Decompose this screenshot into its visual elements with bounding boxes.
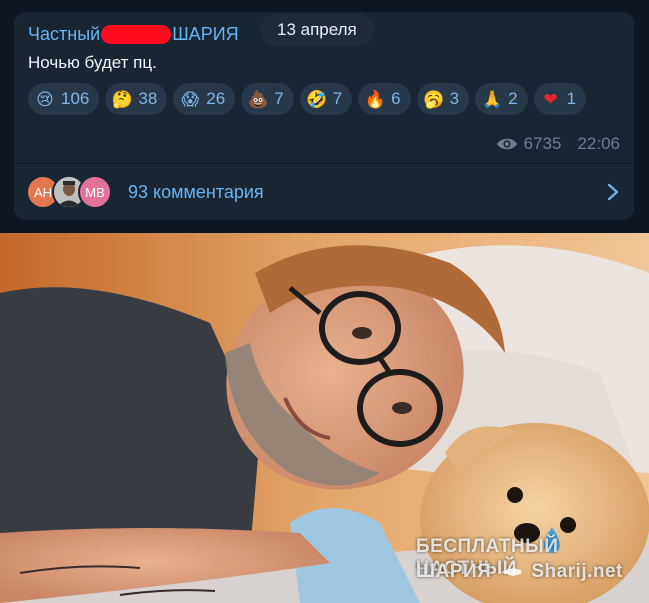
reaction-count: 38 bbox=[138, 89, 158, 108]
channel-name-left: Частный bbox=[28, 24, 101, 44]
reaction-poo[interactable]: 💩 7 bbox=[241, 83, 294, 115]
reaction-count: 1 bbox=[566, 89, 577, 108]
divider bbox=[14, 163, 634, 164]
screaming-face-icon: 😱 bbox=[181, 89, 200, 109]
thinking-face-icon: 🤔 bbox=[111, 89, 133, 109]
watermark-site: Sharij.net bbox=[531, 561, 623, 582]
message-time: 22:06 bbox=[577, 134, 620, 153]
post-photo[interactable]: БЕСПЛАТНЫЙ ЧАСТНЫЙ ШАРИЯ Sharij.net bbox=[0, 233, 649, 603]
yawning-face-icon: 🥱 bbox=[423, 89, 445, 109]
reaction-yawning[interactable]: 🥱 3 bbox=[416, 83, 470, 115]
reaction-thinking[interactable]: 🤔 38 bbox=[105, 83, 168, 115]
reaction-count: 7 bbox=[274, 89, 284, 108]
eye-icon bbox=[496, 138, 517, 150]
reaction-rofl[interactable]: 🤣 7 bbox=[299, 83, 353, 115]
reactions-row: 😢 106 🤔 38 😱 26 💩 7 🤣 7 🔥 6 🥱 3 🙏 2 ❤ 1 bbox=[28, 83, 618, 115]
watermark-brand: ШАРИЯ bbox=[416, 561, 492, 582]
reaction-count: 26 bbox=[206, 89, 226, 108]
view-count: 6735 bbox=[523, 134, 562, 153]
red-heart-icon: ❤ bbox=[543, 89, 558, 109]
commenter-avatars: АН МВ bbox=[26, 175, 118, 209]
reaction-heart[interactable]: ❤ 1 bbox=[533, 83, 587, 115]
reaction-fire[interactable]: 🔥 6 bbox=[358, 83, 411, 115]
reaction-screaming[interactable]: 😱 26 bbox=[173, 83, 236, 115]
redaction-mark bbox=[101, 25, 172, 44]
crying-face-icon: 😢 bbox=[36, 89, 54, 109]
reaction-count: 3 bbox=[449, 89, 460, 108]
reaction-count: 6 bbox=[391, 89, 401, 108]
reaction-count: 106 bbox=[61, 89, 90, 108]
message-meta: 6735 22:06 bbox=[496, 134, 620, 154]
reaction-count: 7 bbox=[332, 89, 343, 108]
pile-of-poo-icon: 💩 bbox=[247, 89, 269, 109]
date-badge: 13 апреля bbox=[260, 14, 374, 46]
channel-name[interactable]: Частный ШАРИЯ bbox=[28, 24, 239, 45]
reaction-count: 2 bbox=[508, 89, 518, 108]
channel-name-right: ШАРИЯ bbox=[172, 24, 239, 44]
message-bubble: Частный ШАРИЯ 13 апреля Ночью будет пц. … bbox=[14, 12, 634, 220]
watermark-line2: ШАРИЯ Sharij.net bbox=[416, 561, 623, 583]
comments-count-label: 93 комментария bbox=[128, 181, 264, 202]
pointing-hand-icon bbox=[501, 568, 522, 576]
reaction-pray[interactable]: 🙏 2 bbox=[475, 83, 528, 115]
chevron-right-icon bbox=[607, 183, 619, 201]
fire-icon: 🔥 bbox=[364, 89, 386, 109]
comments-button[interactable]: АН МВ 93 комментария bbox=[26, 174, 620, 210]
folded-hands-icon: 🙏 bbox=[481, 89, 503, 109]
reaction-crying[interactable]: 😢 106 bbox=[28, 83, 100, 115]
message-text: Ночью будет пц. bbox=[28, 53, 157, 72]
avatar: МВ bbox=[78, 175, 112, 209]
rofl-face-icon: 🤣 bbox=[306, 89, 328, 109]
